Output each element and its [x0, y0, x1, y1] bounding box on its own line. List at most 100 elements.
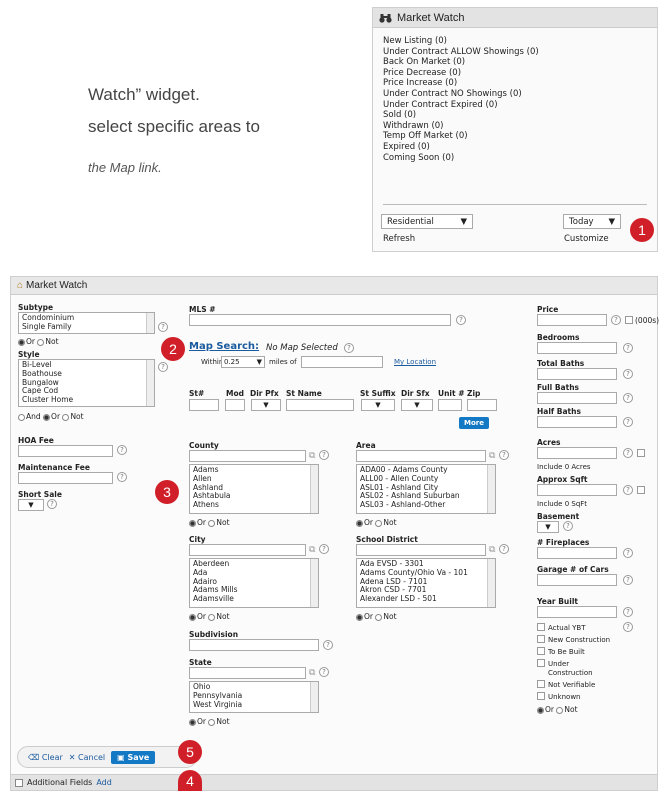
scrollbar[interactable]: [310, 465, 318, 513]
radio-or[interactable]: [43, 413, 51, 421]
help-icon[interactable]: ?: [319, 544, 329, 554]
radio-not[interactable]: [37, 338, 45, 346]
copy-icon[interactable]: ⧉: [309, 545, 315, 555]
garage-input[interactable]: [537, 574, 617, 586]
radio-not[interactable]: [375, 613, 383, 621]
refresh-link[interactable]: Refresh: [383, 234, 415, 244]
subtype-list[interactable]: Condominium Single Family: [18, 312, 155, 334]
status-link[interactable]: Coming Soon (0): [383, 153, 539, 164]
list-item[interactable]: Single Family: [22, 322, 151, 332]
scrollbar[interactable]: [146, 313, 154, 333]
radio-not[interactable]: [208, 519, 216, 527]
help-icon[interactable]: ?: [623, 417, 633, 427]
scrollbar[interactable]: [310, 559, 318, 607]
period-select[interactable]: Today ▼: [563, 214, 621, 229]
help-icon[interactable]: ?: [563, 521, 573, 531]
status-link[interactable]: Sold (0): [383, 110, 539, 121]
status-link[interactable]: Price Increase (0): [383, 78, 539, 89]
county-list[interactable]: Adams Allen Ashland Ashtabula Athens: [189, 464, 319, 514]
price-input[interactable]: [537, 314, 607, 326]
radio-and[interactable]: [18, 413, 25, 421]
zip-input[interactable]: [467, 399, 497, 411]
total-baths-input[interactable]: [537, 368, 617, 380]
list-item[interactable]: Cluster Home: [22, 395, 151, 405]
list-item[interactable]: West Virginia: [193, 700, 315, 710]
area-list[interactable]: ADA00 - Adams County ALL00 - Allen Count…: [356, 464, 496, 514]
area-filter-input[interactable]: [356, 450, 486, 462]
status-link[interactable]: Under Contract Expired (0): [383, 100, 539, 111]
list-item[interactable]: ASL03 - Ashland-Other: [360, 500, 492, 510]
dir-sfx-select[interactable]: ▼: [401, 399, 433, 411]
property-type-select[interactable]: Residential ▼: [381, 214, 473, 229]
help-icon[interactable]: ?: [117, 472, 127, 482]
help-icon[interactable]: ?: [158, 322, 168, 332]
radio-or[interactable]: [18, 338, 25, 346]
unknown-checkbox[interactable]: [537, 692, 545, 700]
list-item[interactable]: Athens: [193, 500, 315, 510]
new-construction-checkbox[interactable]: [537, 635, 545, 643]
help-icon[interactable]: ?: [323, 640, 333, 650]
help-icon[interactable]: ?: [623, 575, 633, 585]
year-built-input[interactable]: [537, 606, 617, 618]
scrollbar[interactable]: [310, 682, 318, 712]
radio-or[interactable]: [189, 718, 196, 726]
unit-input[interactable]: [438, 399, 462, 411]
to-be-built-checkbox[interactable]: [537, 647, 545, 655]
radio-not[interactable]: [62, 413, 70, 421]
customize-link[interactable]: Customize: [564, 234, 609, 244]
help-icon[interactable]: ?: [623, 607, 633, 617]
basement-select[interactable]: ▼: [537, 521, 559, 533]
actual-ybt-checkbox[interactable]: [537, 623, 545, 631]
help-icon[interactable]: ?: [456, 315, 466, 325]
style-list[interactable]: Bi-Level Boathouse Bungalow Cape Cod Clu…: [18, 359, 155, 407]
status-link[interactable]: New Listing (0): [383, 36, 539, 47]
radio-not[interactable]: [208, 718, 216, 726]
bedrooms-input[interactable]: [537, 342, 617, 354]
location-input[interactable]: [301, 356, 383, 368]
status-link[interactable]: Under Contract NO Showings (0): [383, 89, 539, 100]
school-district-filter-input[interactable]: [356, 544, 486, 556]
copy-icon[interactable]: ⧉: [309, 668, 315, 678]
expand-icon[interactable]: [15, 778, 23, 787]
help-icon[interactable]: ?: [499, 450, 509, 460]
fireplaces-input[interactable]: [537, 547, 617, 559]
school-district-list[interactable]: Ada EVSD - 3301 Adams County/Ohio Va - 1…: [356, 558, 496, 608]
status-link[interactable]: Expired (0): [383, 142, 539, 153]
under-construction-checkbox[interactable]: [537, 659, 545, 667]
help-icon[interactable]: ?: [623, 393, 633, 403]
status-link[interactable]: Back On Market (0): [383, 57, 539, 68]
list-item[interactable]: Alexander LSD - 501: [360, 594, 492, 604]
help-icon[interactable]: ?: [47, 499, 57, 509]
street-suffix-select[interactable]: ▼: [361, 399, 395, 411]
mod-input[interactable]: [225, 399, 245, 411]
list-item[interactable]: Adamsville: [193, 594, 315, 604]
hoa-fee-input[interactable]: [18, 445, 113, 457]
clear-button[interactable]: ⌫ Clear: [28, 753, 63, 762]
maintenance-fee-input[interactable]: [18, 472, 113, 484]
short-sale-select[interactable]: ▼: [18, 499, 44, 511]
full-baths-input[interactable]: [537, 392, 617, 404]
help-icon[interactable]: ?: [117, 445, 127, 455]
help-icon[interactable]: ?: [623, 343, 633, 353]
radio-not[interactable]: [375, 519, 383, 527]
state-filter-input[interactable]: [189, 667, 306, 679]
status-link[interactable]: Price Decrease (0): [383, 68, 539, 79]
radio-or[interactable]: [356, 519, 363, 527]
help-icon[interactable]: ?: [319, 667, 329, 677]
approx-sqft-input[interactable]: [537, 484, 617, 496]
street-name-input[interactable]: [286, 399, 354, 411]
help-icon[interactable]: ?: [623, 548, 633, 558]
more-button[interactable]: More: [459, 417, 489, 429]
sqft-grid-icon[interactable]: [637, 486, 645, 494]
city-list[interactable]: Aberdeen Ada Adairo Adams Mills Adamsvil…: [189, 558, 319, 608]
status-link[interactable]: Temp Off Market (0): [383, 131, 539, 142]
city-filter-input[interactable]: [189, 544, 306, 556]
mls-input[interactable]: [189, 314, 451, 326]
help-icon[interactable]: ?: [623, 622, 633, 632]
radio-or[interactable]: [537, 706, 544, 714]
status-link[interactable]: Withdrawn (0): [383, 121, 539, 132]
save-button[interactable]: ▣ Save: [111, 750, 156, 764]
radio-or[interactable]: [189, 613, 196, 621]
price-unit-checkbox[interactable]: [625, 316, 633, 324]
radio-not[interactable]: [208, 613, 216, 621]
